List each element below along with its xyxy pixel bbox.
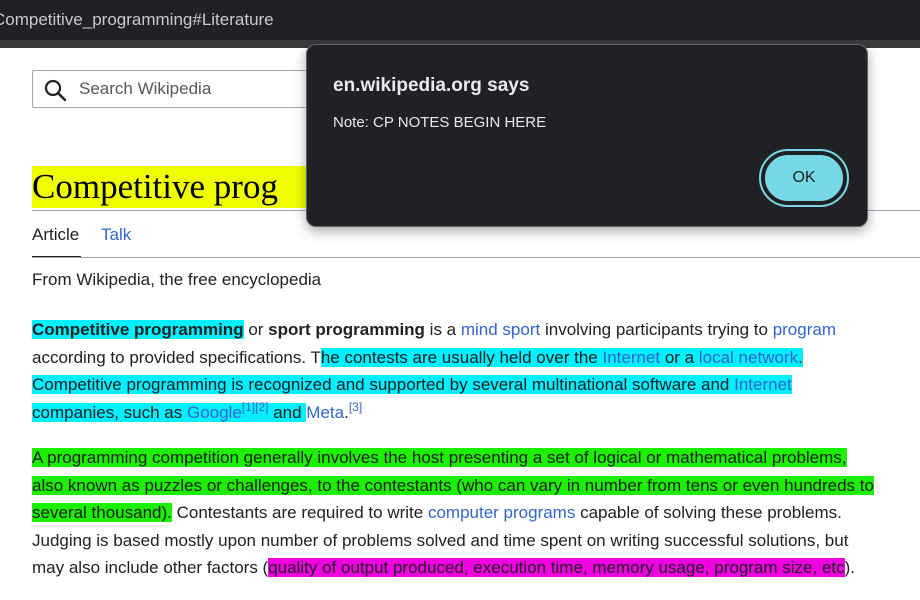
text-run: or (243, 320, 269, 339)
bold-term: sport programming (268, 320, 425, 339)
text-line: Judging is based mostly upon number of p… (32, 527, 912, 555)
text-line: according to provided specifications. Th… (32, 347, 803, 367)
paragraph-competition: A programming competition generally invo… (32, 444, 912, 582)
citation-3[interactable]: [3] (349, 400, 362, 414)
link-internet[interactable]: Internet (602, 348, 660, 367)
link-local-network[interactable]: local network (699, 348, 798, 367)
tab-talk[interactable]: Talk (101, 225, 131, 245)
link-program[interactable]: program (773, 320, 836, 339)
link-google[interactable]: Google (187, 403, 242, 422)
page-title: Competitive prog (32, 166, 342, 208)
text-line: A programming competition generally invo… (32, 444, 912, 472)
text-line: companies, such as Google[1][2] and Meta… (32, 399, 912, 427)
text-line: several thousand). Contestants are requi… (32, 499, 912, 527)
text-run: or a (660, 347, 699, 367)
ok-button[interactable]: OK (763, 153, 845, 203)
text-run: quality of output produced, execution ti… (268, 558, 845, 577)
text-run: A programming competition generally invo… (32, 448, 847, 467)
citation-1[interactable]: [1] (242, 400, 255, 414)
text-line: also known as puzzles or challenges, to … (32, 472, 912, 500)
dialog-message: Note: CP NOTES BEGIN HERE (333, 114, 547, 131)
link-internet-2[interactable]: Internet (734, 375, 792, 394)
text-line: Competitive programming is recognized an… (32, 371, 912, 399)
text-run: Competitive programming is recognized an… (32, 375, 735, 394)
text-run: and (268, 402, 307, 422)
text-run: Contestants are required to write (171, 503, 428, 522)
text-run: capable of solving these problems. (575, 503, 842, 522)
text-run: companies, such as (32, 402, 187, 422)
text-run: also known as puzzles or challenges, to … (32, 475, 874, 495)
text-line: may also include other factors (quality … (32, 554, 912, 582)
text-run: he contests are usually held over the (320, 347, 603, 367)
search-icon (44, 79, 67, 102)
site-tagline: From Wikipedia, the free encyclopedia (32, 270, 322, 289)
tab-article[interactable]: Article (32, 225, 79, 245)
dialog-title: en.wikipedia.org says (333, 75, 530, 96)
address-bar[interactable]: Competitive_programming#Literature (0, 0, 920, 40)
article-body: Competitive programming or sport program… (32, 316, 912, 600)
citation-2[interactable]: [2] (255, 400, 268, 414)
text-run: several thousand). (32, 503, 172, 522)
tabs-divider (32, 257, 920, 258)
link-computer-programs[interactable]: computer programs (428, 503, 575, 522)
search-input[interactable] (79, 75, 319, 103)
text-run: ). (844, 558, 856, 577)
bold-term: Competitive programming (32, 320, 244, 339)
text-run: according to provided specifications. T (32, 347, 321, 367)
text-run: is a (424, 320, 461, 339)
text-run: involving participants trying to (540, 320, 773, 339)
text-run: Judging is based mostly upon number of p… (32, 530, 849, 550)
text-run: may also include other factors ( (32, 558, 269, 577)
link-meta[interactable]: Meta (306, 403, 344, 422)
paragraph-intro: Competitive programming or sport program… (32, 316, 912, 426)
text-line: Competitive programming or sport program… (32, 316, 912, 344)
search-box[interactable] (32, 70, 332, 108)
url-text: Competitive_programming#Literature (0, 10, 274, 29)
link-mind-sport[interactable]: mind sport (461, 320, 540, 339)
alert-dialog: en.wikipedia.org says Note: CP NOTES BEG… (306, 44, 868, 227)
